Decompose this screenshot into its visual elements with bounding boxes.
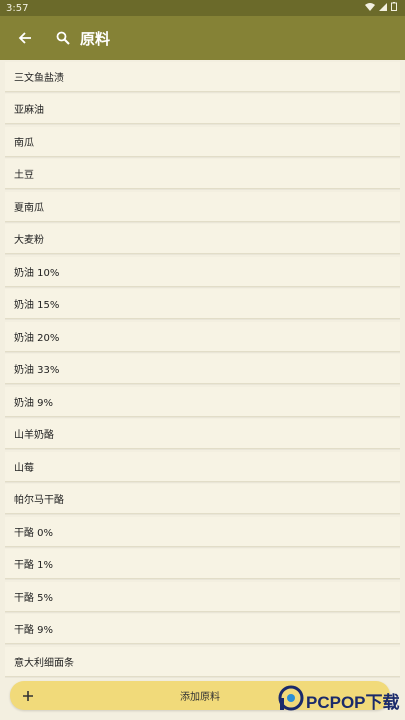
list-item[interactable]: 奶油 20% [5, 322, 400, 352]
app-bar: 原料 [0, 16, 405, 60]
wifi-icon [365, 2, 375, 14]
plus-icon [20, 688, 36, 704]
watermark: PCPOP下载 [278, 683, 402, 717]
status-time: 3:57 [6, 2, 29, 14]
list-item[interactable]: 奶油 10% [5, 257, 400, 287]
list-item[interactable]: 山莓 [5, 452, 400, 482]
list-item[interactable]: 土豆 [5, 159, 400, 189]
list-item[interactable]: 奶油 33% [5, 354, 400, 384]
search-icon[interactable] [52, 27, 74, 49]
back-arrow-icon[interactable] [14, 27, 36, 49]
ingredient-list: 三文鱼盐渍 亚麻油 南瓜 土豆 夏南瓜 大麦粉 奶油 10% 奶油 15% 奶油… [0, 60, 405, 680]
list-item[interactable]: 南瓜 [5, 127, 400, 157]
list-item[interactable]: 干酪 5% [5, 582, 400, 612]
list-item[interactable]: 夏南瓜 [5, 192, 400, 222]
status-bar: 3:57 [0, 0, 405, 16]
watermark-logo-icon [278, 685, 304, 715]
list-item[interactable]: 帕尔马干酪 [5, 484, 400, 514]
list-item[interactable]: 干酪 1% [5, 549, 400, 579]
list-item[interactable]: 奶油 15% [5, 289, 400, 319]
list-item[interactable]: 干酪 0% [5, 517, 400, 547]
signal-icon [379, 2, 387, 14]
list-item[interactable]: 亚麻油 [5, 94, 400, 124]
list-item[interactable]: 三文鱼盐渍 [5, 62, 400, 92]
watermark-text: PCPOP下载 [306, 692, 400, 712]
list-item[interactable]: 干酪 9% [5, 614, 400, 644]
page-title: 原料 [80, 29, 111, 48]
list-item[interactable]: 山羊奶酪 [5, 419, 400, 449]
battery-icon [391, 2, 397, 14]
list-item[interactable]: 大麦粉 [5, 224, 400, 254]
list-item[interactable]: 意大利细面条 [5, 647, 400, 677]
list-item[interactable]: 奶油 9% [5, 387, 400, 417]
